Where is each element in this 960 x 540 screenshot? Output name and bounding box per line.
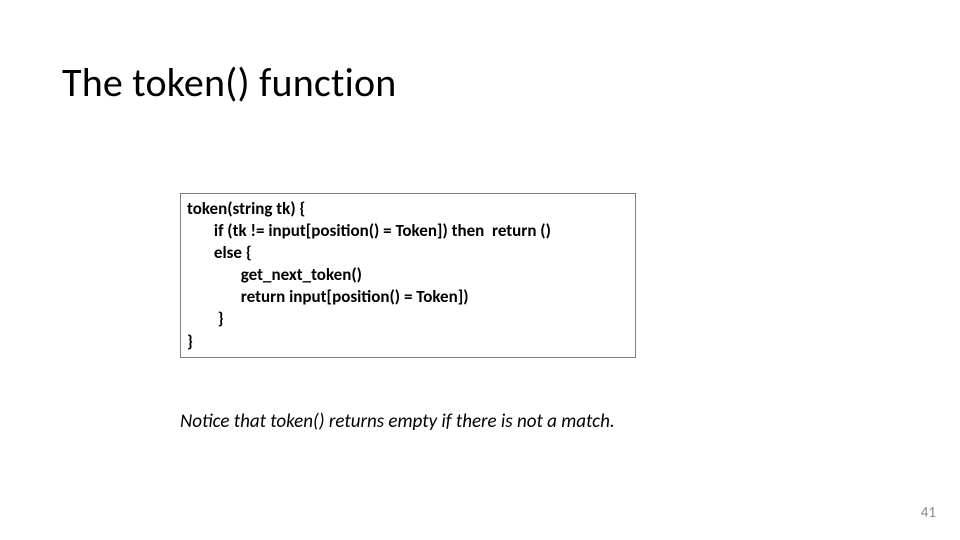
note-text: Notice that token() returns empty if the… xyxy=(180,410,615,433)
slide-title: The token() function xyxy=(62,58,397,107)
page-number: 41 xyxy=(921,504,936,522)
slide: The token() function token(string tk) { … xyxy=(0,0,960,540)
code-block: token(string tk) { if (tk != input[posit… xyxy=(180,193,636,358)
